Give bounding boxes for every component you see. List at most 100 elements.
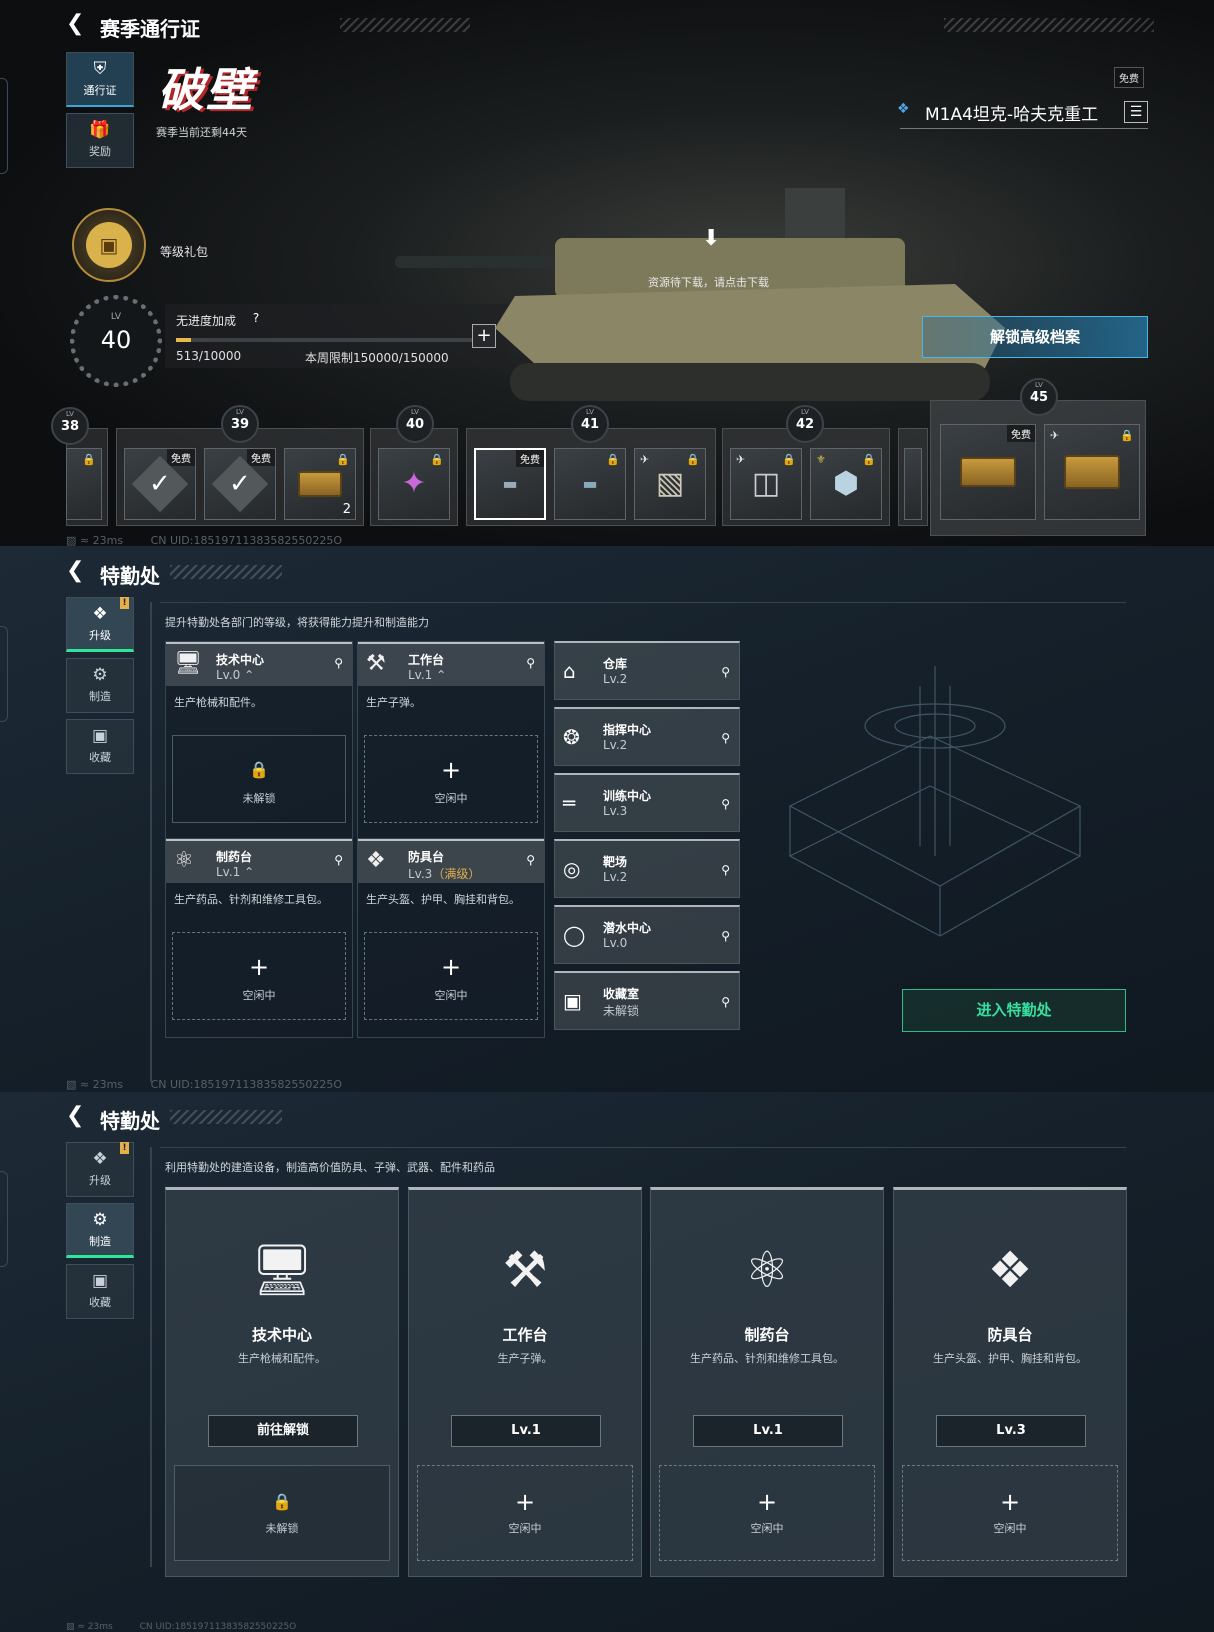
facility-training[interactable]: ═ 训练中心 Lv.3 ⚲ xyxy=(554,773,740,832)
premium-crate-icon xyxy=(1064,455,1120,489)
bonus-label: 无进度加成 xyxy=(176,314,237,328)
search-icon[interactable]: ⚲ xyxy=(721,863,730,877)
nav-rewards[interactable]: 🎁 奖励 xyxy=(66,113,134,168)
reward-slot[interactable]: 免费 ✓ xyxy=(204,448,276,520)
nav-collection[interactable]: ▣ 收藏 xyxy=(66,719,134,774)
search-icon[interactable]: ⚲ xyxy=(721,929,730,943)
nav-craft[interactable]: ⚙ 制造 xyxy=(66,1203,134,1258)
search-icon[interactable]: ⚲ xyxy=(721,995,730,1009)
status-bar: ▧ ≈ 23ms CN UID:18519711383582550225O xyxy=(66,1622,296,1632)
reward-slot[interactable]: ⚜ 🔒 ⬢ xyxy=(810,448,882,520)
nav-craft[interactable]: ⚙ 制造 xyxy=(66,658,134,713)
plus-icon: + xyxy=(440,953,462,981)
reward-slot[interactable]: ✈ 🔒 ◫ xyxy=(730,448,802,520)
production-slot[interactable]: + 空闲中 xyxy=(659,1465,875,1561)
reward-slot[interactable]: 🔒 ✦ xyxy=(378,448,450,520)
reward-slot-large[interactable]: ✈ 🔒 xyxy=(1044,424,1140,520)
reward-slot-selected[interactable]: 免费 ▬ xyxy=(474,448,546,520)
nav-pass[interactable]: ⛨ 通行证 xyxy=(66,52,134,107)
dept-card-armor[interactable]: ❖ 防具台 Lv.3（满级） ⚲ 生产头盔、护甲、胸挂和背包。 + 空闲中 xyxy=(357,838,545,1038)
plus-icon: + xyxy=(440,756,462,784)
back-chevron-icon[interactable]: ❮ xyxy=(66,12,90,36)
target-icon: ◎ xyxy=(563,857,581,881)
search-icon[interactable]: ⚲ xyxy=(721,731,730,745)
production-slot[interactable]: + 空闲中 xyxy=(172,932,346,1020)
lock-icon: 🔒 xyxy=(82,453,96,466)
facility-collection-room[interactable]: ▣ 收藏室 未解锁 ⚲ xyxy=(554,971,740,1030)
back-chevron-icon[interactable]: ❮ xyxy=(66,559,90,583)
search-icon[interactable]: ⚲ xyxy=(721,665,730,679)
production-slot[interactable]: + 空闲中 xyxy=(364,735,538,823)
station-level-button[interactable]: Lv.1 xyxy=(693,1415,843,1447)
station-desc: 生产枪械和配件。 xyxy=(238,1352,326,1365)
reward-slot[interactable]: 免费 ✓ xyxy=(124,448,196,520)
search-icon[interactable]: ⚲ xyxy=(334,853,343,867)
facility-warehouse[interactable]: ⌂ 仓库 Lv.2 ⚲ xyxy=(554,641,740,700)
dept-level: Lv.3（满级） xyxy=(408,867,481,881)
nav-collection[interactable]: ▣ 收藏 xyxy=(66,1264,134,1319)
page-title: 特勤处 xyxy=(100,564,160,588)
search-icon[interactable]: ⚲ xyxy=(526,656,535,670)
go-unlock-button[interactable]: 前往解锁 xyxy=(208,1415,358,1447)
level-gift-button[interactable]: ▣ xyxy=(72,208,146,282)
reward-slot[interactable] xyxy=(904,448,922,520)
nav-craft-label: 制造 xyxy=(89,1235,111,1248)
helicopter-icon: ✈ xyxy=(640,453,650,466)
reward-slot[interactable]: 🔒 2 xyxy=(284,448,356,520)
claimed-check-icon: ✓ xyxy=(131,455,189,513)
station-name: 制药台 xyxy=(744,1326,790,1344)
download-hint[interactable]: 资源待下载，请点击下载 xyxy=(648,274,769,290)
production-slot[interactable]: 🔒 未解锁 xyxy=(174,1465,390,1561)
monitor-icon: 🖥 xyxy=(174,651,202,676)
lock-icon: 🔒 xyxy=(862,453,876,466)
search-icon[interactable]: ⚲ xyxy=(721,797,730,811)
enter-ops-button[interactable]: 进入特勤处 xyxy=(902,989,1126,1032)
edge-drawer-tab[interactable] xyxy=(0,626,8,722)
station-card-armor[interactable]: ❖ 防具台 生产头盔、护甲、胸挂和背包。 Lv.3 + 空闲中 xyxy=(893,1187,1127,1577)
reward-slot[interactable]: 🔒 ▬ xyxy=(554,448,626,520)
station-card-pharmacy[interactable]: ⚛ 制药台 生产药品、针剂和维修工具包。 Lv.1 + 空闲中 xyxy=(650,1187,884,1577)
dept-card-pharmacy[interactable]: ⚛ 制药台 Lv.1 ⌃ ⚲ 生产药品、针剂和维修工具包。 + 空闲中 xyxy=(165,838,353,1038)
tools-icon: ⚒ xyxy=(366,651,386,676)
reward-slot[interactable]: ✈ 🔒 ▧ xyxy=(634,448,706,520)
production-slot[interactable]: 🔒 未解锁 xyxy=(172,735,346,823)
station-level-button[interactable]: Lv.3 xyxy=(936,1415,1086,1447)
production-slot[interactable]: + 空闲中 xyxy=(902,1465,1118,1561)
dept-card-workbench[interactable]: ⚒ 工作台 Lv.1 ⌃ ⚲ 生产子弹。 + 空闲中 xyxy=(357,641,545,841)
milestone-badge: LV 38 xyxy=(51,407,89,445)
lock-icon: 🔒 xyxy=(686,453,700,466)
edge-drawer-tab[interactable] xyxy=(0,1171,8,1267)
dept-level: Lv.1 ⌃ xyxy=(216,865,255,879)
microscope-icon: ⚛ xyxy=(744,1241,790,1299)
edge-drawer-tab[interactable] xyxy=(0,78,8,174)
featured-reward-name[interactable]: M1A4坦克-哈夫克重工 xyxy=(925,100,1098,125)
production-slot[interactable]: + 空闲中 xyxy=(364,932,538,1020)
tank-skin-icon: ▬ xyxy=(502,474,518,493)
download-icon[interactable]: ⬇ xyxy=(702,226,720,251)
facility-diving[interactable]: ◯ 潜水中心 Lv.0 ⚲ xyxy=(554,905,740,964)
facility-command[interactable]: ❂ 指挥中心 Lv.2 ⚲ xyxy=(554,707,740,766)
station-card-tech[interactable]: 🖥 技术中心 生产枪械和配件。 前往解锁 🔒 未解锁 xyxy=(165,1187,399,1577)
rank-icon: ⌃ xyxy=(244,865,255,879)
nav-upgrade[interactable]: ! ❖ 升级 xyxy=(66,597,134,652)
unlock-premium-button[interactable]: 解锁高级档案 xyxy=(922,316,1148,358)
chest-icon: ▣ xyxy=(86,222,132,268)
station-level-button[interactable]: Lv.1 xyxy=(451,1415,601,1447)
help-icon[interactable]: ? xyxy=(247,309,265,327)
free-badge: 免费 xyxy=(1114,67,1144,88)
reward-slot[interactable]: 🔒 xyxy=(66,448,102,520)
milestone-badge: LV 40 xyxy=(396,405,434,443)
reward-slot-large[interactable]: 免费 xyxy=(940,424,1036,520)
search-icon[interactable]: ⚲ xyxy=(334,656,343,670)
nav-upgrade[interactable]: ! ❖ 升级 xyxy=(66,1142,134,1197)
list-icon[interactable]: ☰ xyxy=(1124,101,1148,123)
production-slot[interactable]: + 空闲中 xyxy=(417,1465,633,1561)
station-card-workbench[interactable]: ⚒ 工作台 生产子弹。 Lv.1 + 空闲中 xyxy=(408,1187,642,1577)
microscope-icon: ⚛ xyxy=(174,848,194,873)
facility-range[interactable]: ◎ 靶场 Lv.2 ⚲ xyxy=(554,839,740,898)
back-chevron-icon[interactable]: ❮ xyxy=(66,1104,90,1128)
dept-card-tech[interactable]: 🖥 技术中心 Lv.0 ⌃ ⚲ 生产枪械和配件。 🔒 未解锁 xyxy=(165,641,353,841)
header-stripe xyxy=(944,18,1154,32)
station-name: 技术中心 xyxy=(251,1326,312,1344)
search-icon[interactable]: ⚲ xyxy=(526,853,535,867)
